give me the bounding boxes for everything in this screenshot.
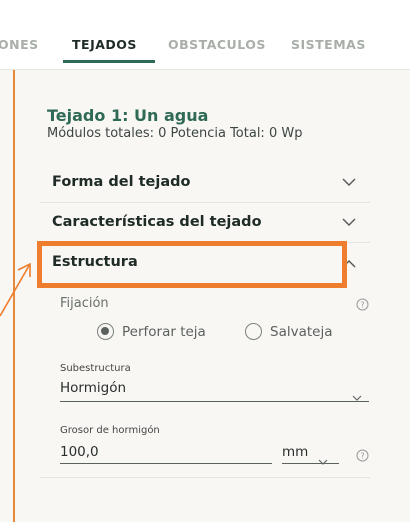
radio-label: Salvateja bbox=[270, 323, 333, 340]
help-icon[interactable]: ? bbox=[356, 447, 369, 462]
grosor-underline bbox=[60, 463, 272, 464]
chevron-down-icon[interactable] bbox=[318, 451, 328, 470]
roof-summary: Módulos totales: 0 Potencia Total: 0 Wp bbox=[47, 126, 303, 141]
section-label: Características del tejado bbox=[52, 214, 262, 230]
tab-bar: ONES TEJADOS OBSTACULOS SISTEMAS bbox=[0, 0, 410, 70]
svg-text:?: ? bbox=[360, 452, 364, 461]
chevron-down-icon[interactable] bbox=[342, 215, 356, 229]
chevron-down-icon[interactable] bbox=[352, 387, 362, 406]
section-caracteristicas-del-tejado[interactable]: Características del tejado bbox=[40, 203, 370, 243]
highlight-box bbox=[37, 241, 347, 288]
tab-tejados[interactable]: TEJADOS bbox=[72, 37, 137, 52]
unit-underline bbox=[282, 463, 339, 464]
subestructura-label: Subestructura bbox=[60, 363, 131, 374]
fijacion-label: Fijación bbox=[60, 296, 109, 311]
radio-perforar-teja[interactable]: Perforar teja bbox=[97, 323, 206, 340]
radio-checked-icon[interactable] bbox=[97, 323, 114, 340]
subestructura-underline bbox=[60, 401, 369, 402]
active-tab-indicator bbox=[63, 60, 155, 63]
radio-label: Perforar teja bbox=[122, 323, 206, 340]
section-label: Forma del tejado bbox=[52, 174, 191, 190]
tab-sistemas[interactable]: SISTEMAS bbox=[291, 37, 366, 52]
annotation-arrow bbox=[0, 262, 31, 317]
roof-title: Tejado 1: Un agua bbox=[47, 106, 209, 125]
subestructura-select[interactable]: Hormigón bbox=[60, 380, 126, 396]
section-forma-del-tejado[interactable]: Forma del tejado bbox=[40, 163, 370, 203]
svg-text:?: ? bbox=[360, 301, 364, 310]
chevron-down-icon[interactable] bbox=[342, 175, 356, 189]
section-divider bbox=[40, 477, 370, 478]
grosor-input[interactable]: 100,0 bbox=[60, 444, 99, 460]
help-icon[interactable]: ? bbox=[356, 296, 369, 311]
radio-unchecked-icon[interactable] bbox=[245, 323, 262, 340]
tab-obstaculos[interactable]: OBSTACULOS bbox=[168, 37, 266, 52]
unit-select[interactable]: mm bbox=[282, 444, 308, 460]
radio-salvateja[interactable]: Salvateja bbox=[245, 323, 332, 340]
grosor-label: Grosor de hormigón bbox=[60, 425, 160, 436]
